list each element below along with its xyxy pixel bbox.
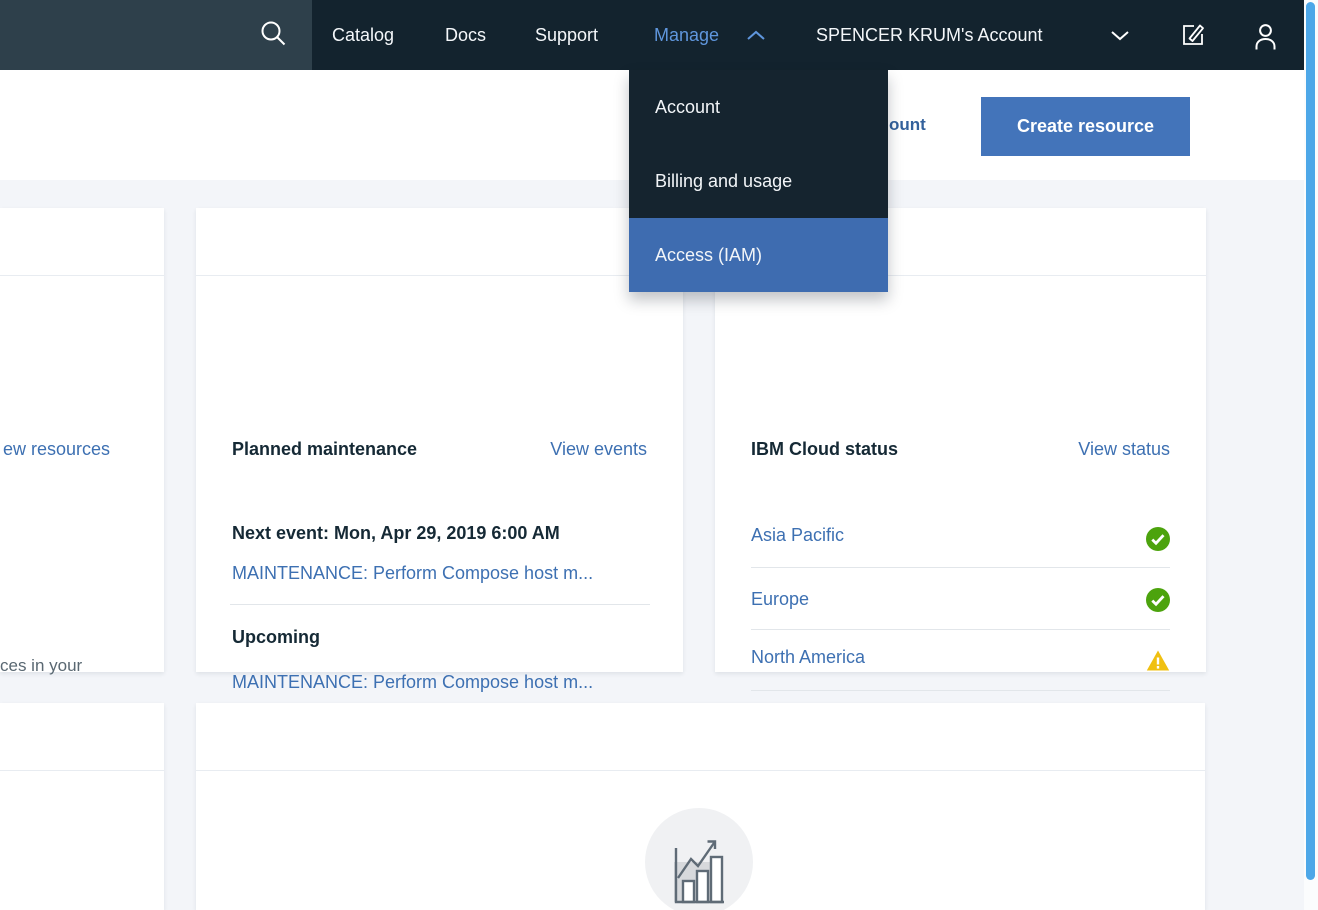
view-events-link[interactable]: View events xyxy=(550,439,647,460)
resource-summary-text-partial: ces in your xyxy=(0,656,83,675)
list-divider xyxy=(751,690,1170,691)
status-ok-icon xyxy=(1146,588,1170,612)
usage-empty-state-badge xyxy=(645,808,753,910)
ibm-cloud-dashboard: Catalog Docs Support Manage SPENCER KRUM… xyxy=(0,0,1318,910)
region-link-north-america[interactable]: North America xyxy=(751,647,865,668)
search-button[interactable] xyxy=(0,0,312,70)
nav-docs[interactable]: Docs xyxy=(445,0,486,70)
search-icon xyxy=(258,18,288,53)
scrollbar-track xyxy=(1304,0,1318,910)
planned-maintenance-card: Planned maintenance View events Next eve… xyxy=(196,208,683,794)
region-link-asia-pacific[interactable]: Asia Pacific xyxy=(751,525,844,546)
user-avatar-icon[interactable] xyxy=(1252,0,1279,70)
menu-item-billing-and-usage[interactable]: Billing and usage xyxy=(629,144,888,218)
resource-summary-card: ew resources ces in your xyxy=(0,208,164,675)
support-card: View support xyxy=(0,703,164,910)
card-header-divider xyxy=(0,275,164,276)
card-header-divider xyxy=(0,770,164,771)
nav-account-name[interactable]: SPENCER KRUM's Account xyxy=(816,0,1043,70)
status-ok-icon xyxy=(1146,527,1170,551)
list-divider xyxy=(230,604,650,605)
manage-dropdown-menu: Account Billing and usage Access (IAM) xyxy=(629,70,888,292)
nav-support[interactable]: Support xyxy=(535,0,598,70)
next-event-heading: Next event: Mon, Apr 29, 2019 6:00 AM xyxy=(232,523,560,543)
top-nav: Catalog Docs Support Manage SPENCER KRUM… xyxy=(0,0,1304,70)
usage-card: Usage View usage xyxy=(196,703,1205,910)
planned-maintenance-title: Planned maintenance xyxy=(232,439,418,459)
region-link-europe[interactable]: Europe xyxy=(751,589,809,610)
menu-item-access-iam[interactable]: Access (IAM) xyxy=(629,218,888,292)
edit-icon[interactable] xyxy=(1178,0,1206,70)
upcoming-heading: Upcoming xyxy=(232,627,320,647)
list-divider xyxy=(751,567,1170,568)
view-resources-link-partial[interactable]: ew resources xyxy=(3,439,110,460)
list-divider xyxy=(751,629,1170,630)
create-resource-button[interactable]: Create resource xyxy=(981,97,1190,156)
nav-catalog[interactable]: Catalog xyxy=(332,0,394,70)
chevron-down-icon[interactable] xyxy=(1110,0,1130,70)
cloud-status-title: IBM Cloud status xyxy=(751,439,898,459)
maintenance-event-link[interactable]: MAINTENANCE: Perform Compose host m... xyxy=(232,672,593,693)
bar-chart-icon xyxy=(666,818,732,910)
maintenance-event-link[interactable]: MAINTENANCE: Perform Compose host m... xyxy=(232,563,593,584)
chevron-up-icon xyxy=(746,0,766,70)
scrollbar-thumb[interactable] xyxy=(1306,2,1315,880)
nav-manage[interactable]: Manage xyxy=(654,0,719,70)
view-status-link[interactable]: View status xyxy=(1078,439,1170,460)
manage-account-link-partial[interactable]: ount xyxy=(889,115,926,135)
card-header-divider xyxy=(196,275,683,276)
card-header-divider xyxy=(196,770,1205,771)
status-warning-icon xyxy=(1146,649,1170,673)
menu-item-account[interactable]: Account xyxy=(629,70,888,144)
